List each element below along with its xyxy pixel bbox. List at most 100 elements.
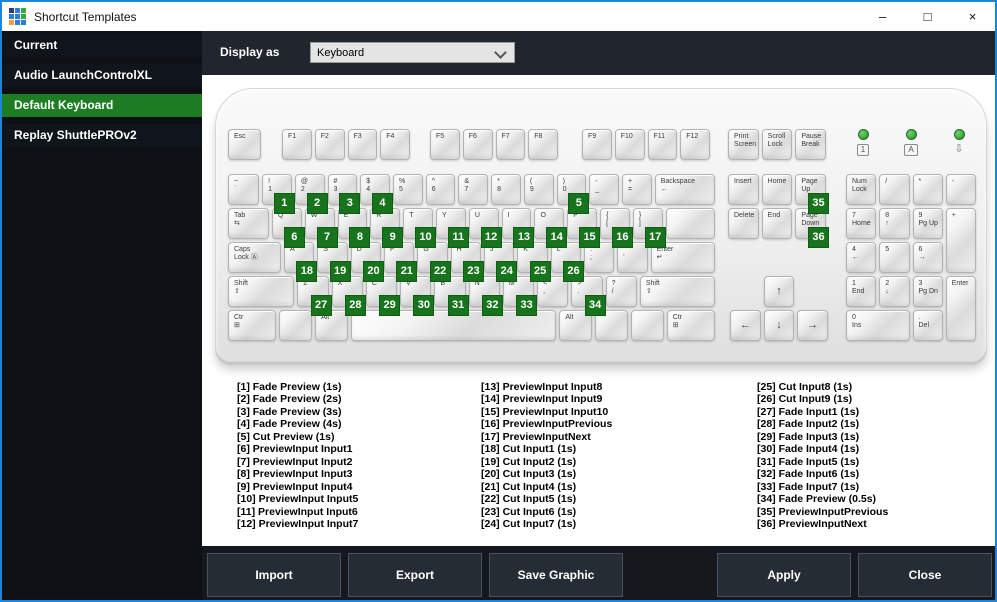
legend-item: [23] Cut Input6 (1s) — [481, 505, 577, 518]
sidebar-item-current[interactable]: Current — [2, 34, 202, 57]
key-label: ^ 6 — [431, 178, 436, 193]
key-badge-14: 14 — [546, 227, 568, 248]
keyboard-key: Num Lock — [846, 174, 877, 205]
key-label: Num Lock — [852, 178, 867, 193]
key-label: @ 2 — [300, 178, 308, 193]
keyboard-key: 5 — [879, 242, 910, 273]
key-label: ! 1 — [268, 178, 273, 193]
keyboard-key: % 5 — [392, 174, 423, 205]
key-label: & 7 — [464, 178, 470, 193]
keyboard-key: { [16 — [600, 208, 633, 248]
display-mode-select[interactable]: Keyboard — [310, 42, 515, 63]
keyboard-key: Ctr ⊞ — [228, 310, 277, 341]
key-label: Ctr ⊞ — [234, 314, 244, 329]
keyboard-key: + — [945, 208, 976, 273]
function-key-group: F1 F2 F3 F4 — [282, 129, 410, 160]
display-as-label: Display as — [220, 45, 280, 59]
chevron-down-icon — [494, 46, 507, 59]
minimize-button[interactable]: – — [860, 2, 905, 31]
key-label: F2 — [320, 133, 329, 140]
legend-item: [7] PreviewInput Input2 — [237, 455, 353, 468]
keyboard-key: O 14 — [534, 208, 568, 248]
keyboard-key: 4 ← — [846, 242, 877, 273]
keyboard-key: Delete — [728, 208, 759, 239]
keyboard-key: F11 — [647, 129, 678, 160]
keyboard-key: 3 Pg Dn — [912, 276, 943, 307]
nav-key-cluster: Insert Home Page Up 35 Delete End Page Down 36 — [728, 174, 829, 248]
key-badge-24: 24 — [496, 261, 518, 282]
keyboard-key: 2 ↓ — [879, 276, 910, 307]
close-button[interactable]: × — [950, 2, 995, 31]
window-controls: – □ × — [860, 2, 995, 31]
key-badge-21: 21 — [396, 261, 418, 282]
legend-item: [22] Cut Input5 (1s) — [481, 493, 577, 506]
keyboard-graphic: Esc F1 F2 F3 F4 F5 F6 F7 F8 F9 F10 F11 F12 Print Scre… — [215, 88, 987, 362]
keyboard-key: Shift ⇧ — [228, 276, 295, 307]
keyboard-key: 9 Pg Up — [912, 208, 943, 239]
legend-item: [2] Fade Preview (2s) — [237, 393, 342, 406]
key-label: * 8 — [497, 178, 502, 193]
key-label: $ 4 — [366, 178, 371, 193]
key-badge-13: 13 — [513, 227, 535, 248]
sidebar-item-audio-launchcontrolxl[interactable]: Audio LaunchControlXL — [2, 64, 202, 87]
keyboard-key: * — [912, 174, 943, 205]
legend-item: [16] PreviewInputPrevious — [481, 418, 613, 431]
keyboard-key: 8 ↑ — [879, 208, 910, 239]
sidebar-item-default-keyboard[interactable]: Default Keyboard — [2, 94, 202, 117]
keyboard-key: Insert — [728, 174, 759, 205]
key-badge-20: 20 — [362, 261, 384, 282]
legend-item: [4] Fade Preview (4s) — [237, 418, 342, 431]
key-badge-17: 17 — [644, 227, 666, 248]
key-label: Print Screen — [734, 133, 757, 148]
keyboard-key: 7 Home — [846, 208, 877, 239]
key-label: F10 — [620, 133, 633, 140]
keyboard-key: 6 → — [912, 242, 943, 273]
apply-button[interactable]: Apply — [717, 553, 851, 597]
key-badge-2: 2 — [306, 193, 328, 214]
key-label: F6 — [468, 133, 477, 140]
function-key-group: F5 F6 F7 F8 — [430, 129, 558, 160]
key-badge-22: 22 — [429, 261, 451, 282]
keyboard-key: ! 11 — [262, 174, 295, 214]
key-label: ~ ` — [234, 178, 239, 193]
keyboard-key: F9 — [582, 129, 612, 160]
import-button[interactable]: Import — [207, 553, 341, 597]
key-label: F11 — [653, 133, 666, 140]
keyboard-key: T 10 — [403, 208, 436, 248]
key-badge-11: 11 — [447, 227, 469, 248]
key-label: # 3 — [333, 178, 338, 193]
led-icon: ⇩ — [954, 143, 964, 155]
legend-item: [31] Fade Input5 (1s) — [757, 455, 860, 468]
legend-item: [33] Fade Input7 (1s) — [757, 480, 860, 493]
export-button[interactable]: Export — [348, 553, 482, 597]
key-label: - _ — [595, 178, 600, 193]
key-label: F5 — [436, 133, 445, 140]
save-graphic-button[interactable]: Save Graphic — [489, 553, 623, 597]
close-button[interactable]: Close — [858, 553, 992, 597]
keyboard-key: ↑ — [763, 276, 795, 307]
keyboard-key: @ 22 — [294, 174, 328, 214]
key-badge-29: 29 — [379, 295, 401, 316]
led-panel: 1 A ⇩ — [850, 129, 972, 156]
key-label: I — [507, 212, 510, 219]
key-label: Tab ⇆ — [234, 212, 246, 227]
maximize-button[interactable]: □ — [905, 2, 950, 31]
legend-item: [13] PreviewInput Input8 — [481, 381, 603, 393]
keyboard-key: F5 — [430, 129, 460, 160]
keyboard-key: End — [761, 208, 793, 239]
key-badge-23: 23 — [462, 261, 484, 282]
keyboard-key: ? / — [605, 276, 637, 307]
keyboard-row: Ctr ⊞ Alt Alt Ctr ⊞ — [228, 310, 716, 341]
legend-item: [34] Fade Preview (0.5s) — [757, 493, 877, 506]
key-label: F3 — [353, 133, 362, 140]
keyboard-key: * 8 — [491, 174, 521, 205]
key-label — [632, 311, 663, 314]
legend-item: [21] Cut Input4 (1s) — [481, 480, 577, 493]
keyboard-key: Enter — [945, 276, 976, 341]
sidebar-item-replay-shuttleprov2[interactable]: Replay ShuttlePROv2 — [2, 124, 202, 147]
keyboard-key: - _ — [589, 174, 620, 205]
legend-item: [11] PreviewInput Input6 — [237, 505, 358, 518]
key-badge-34: 34 — [584, 295, 606, 316]
keyboard-key: Pause Break — [795, 129, 827, 160]
keyboard-key: } ] 17 — [632, 208, 666, 248]
